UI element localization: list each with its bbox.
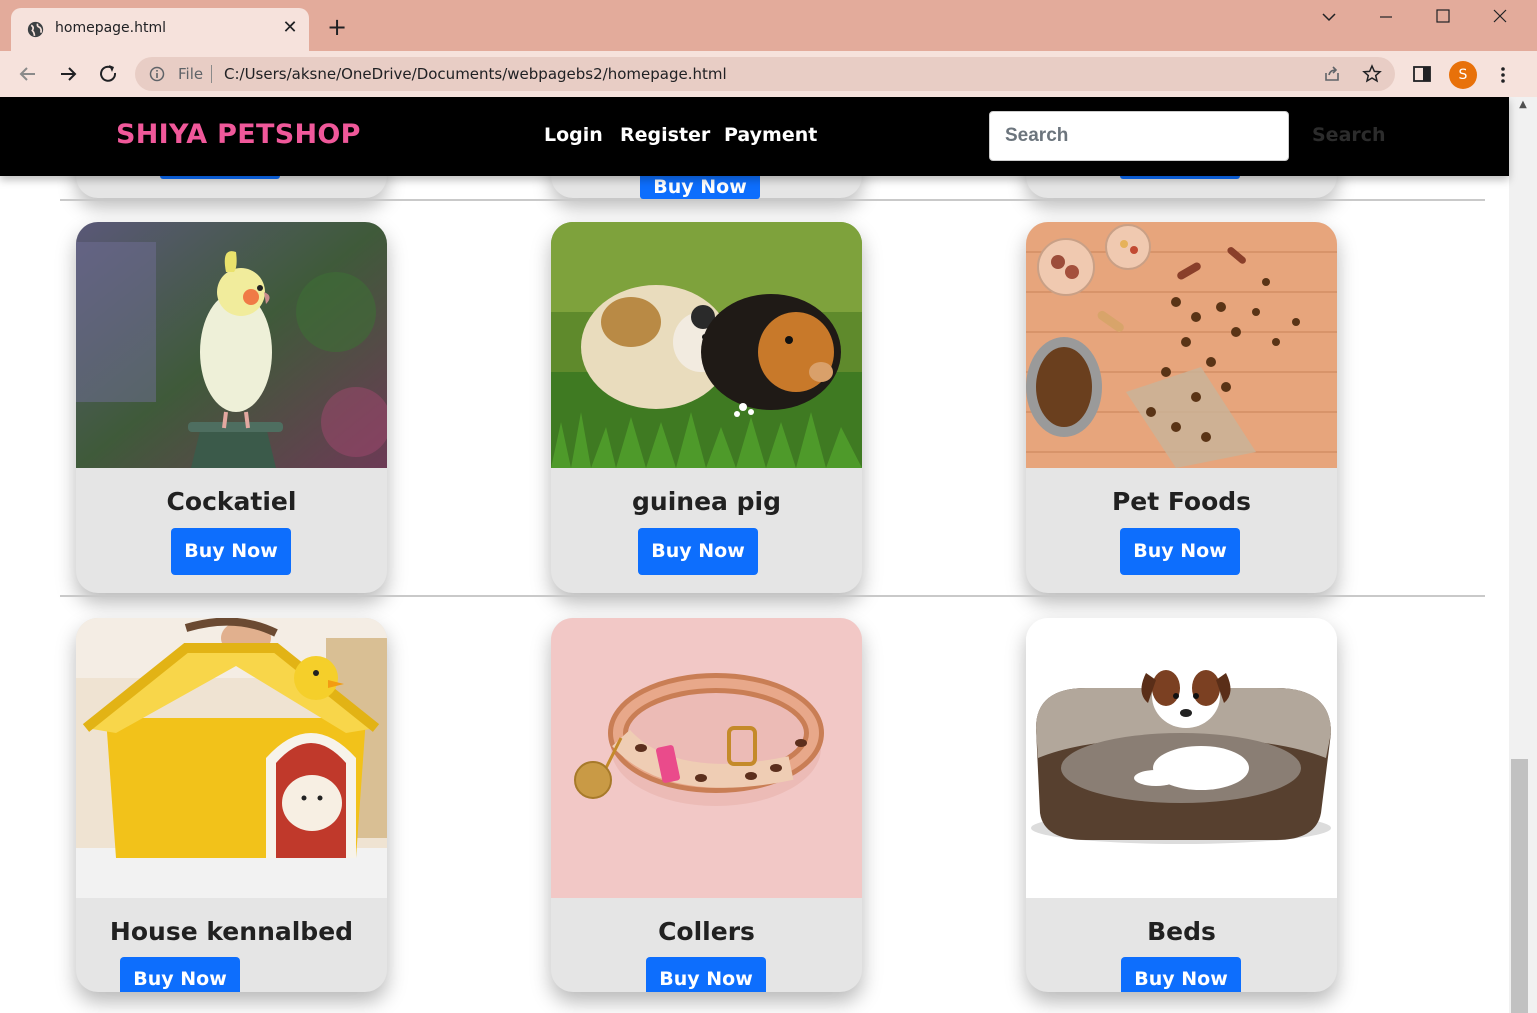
- buy-now-button[interactable]: Buy Now: [1121, 957, 1241, 992]
- tab-title: homepage.html: [55, 20, 166, 36]
- brand-logo[interactable]: SHIYA PETSHOP: [116, 119, 361, 150]
- nav-register-link[interactable]: Register: [620, 124, 710, 146]
- buy-now-button[interactable]: Buy Now: [1120, 528, 1240, 575]
- site-info-icon[interactable]: [149, 66, 165, 82]
- profile-avatar[interactable]: S: [1449, 61, 1477, 89]
- back-arrow-icon[interactable]: [15, 61, 41, 87]
- search-button[interactable]: Search: [1312, 124, 1386, 146]
- product-card-cockatiel: Cockatiel Buy Now: [76, 222, 387, 593]
- cockatiel-photo[interactable]: [76, 222, 387, 468]
- product-title: Pet Foods: [1111, 487, 1252, 516]
- browser-tab[interactable]: homepage.html ✕: [11, 8, 309, 51]
- scroll-up-arrow-icon[interactable]: ▲: [1509, 99, 1537, 113]
- row-divider: [60, 199, 1485, 201]
- reload-icon[interactable]: [95, 61, 121, 87]
- site-navbar: SHIYA PETSHOP Login Register Payment Sea…: [0, 97, 1509, 176]
- product-title: House kennalbed: [109, 917, 354, 946]
- page-viewport: SHIYA PETSHOP Login Register Payment Sea…: [0, 97, 1537, 1013]
- address-separator: [211, 65, 212, 83]
- buy-now-button[interactable]: Buy Now: [638, 528, 758, 575]
- side-panel-icon[interactable]: [1412, 64, 1432, 84]
- buy-now-button[interactable]: Buy Now: [646, 957, 766, 992]
- tab-close-icon[interactable]: ✕: [280, 17, 300, 38]
- new-tab-button[interactable]: +: [325, 15, 349, 39]
- bookmark-star-icon[interactable]: [1362, 64, 1382, 84]
- nav-login-link[interactable]: Login: [544, 124, 603, 146]
- kennel-bed-photo[interactable]: [76, 618, 387, 898]
- tab-search-chevron-icon[interactable]: [1309, 6, 1349, 28]
- guinea-pigs-photo[interactable]: [551, 222, 862, 468]
- search-input[interactable]: [989, 111, 1289, 161]
- share-icon[interactable]: [1322, 64, 1342, 84]
- file-scheme-label: File: [178, 65, 204, 83]
- product-card-house-kennel-bed: House kennalbed Buy Now: [76, 618, 387, 992]
- product-card-collers: Collers Buy Now: [551, 618, 862, 992]
- browser-menu-icon[interactable]: [1493, 64, 1513, 86]
- url-text[interactable]: C:/Users/aksne/OneDrive/Documents/webpag…: [224, 65, 727, 83]
- buy-now-button[interactable]: Buy Now: [171, 528, 291, 575]
- forward-arrow-icon[interactable]: [55, 61, 81, 87]
- product-card-beds: Beds Buy Now: [1026, 618, 1337, 992]
- product-card-pet-foods: Pet Foods Buy Now: [1026, 222, 1337, 593]
- dog-bed-photo[interactable]: [1026, 618, 1337, 898]
- collar-photo[interactable]: [551, 618, 862, 898]
- scrollbar-thumb[interactable]: [1511, 759, 1528, 1013]
- maximize-icon[interactable]: [1423, 6, 1463, 28]
- pet-food-photo[interactable]: [1026, 222, 1337, 468]
- product-title: guinea pig: [632, 487, 781, 516]
- globe-icon: [27, 21, 44, 38]
- product-card-guinea-pig: guinea pig Buy Now: [551, 222, 862, 593]
- close-window-icon[interactable]: [1480, 6, 1520, 28]
- minimize-icon[interactable]: [1366, 6, 1406, 28]
- previous-buy-button[interactable]: Buy Now: [640, 175, 760, 199]
- product-title: Beds: [1147, 917, 1216, 946]
- buy-now-button[interactable]: Buy Now: [120, 957, 240, 992]
- nav-payment-link[interactable]: Payment: [724, 124, 817, 146]
- product-title: Cockatiel: [166, 487, 297, 516]
- browser-title-bar: homepage.html ✕ +: [0, 0, 1537, 51]
- browser-toolbar: File C:/Users/aksne/OneDrive/Documents/w…: [0, 51, 1537, 97]
- row-divider: [60, 595, 1485, 597]
- product-title: Collers: [658, 917, 755, 946]
- address-bar[interactable]: File C:/Users/aksne/OneDrive/Documents/w…: [135, 57, 1395, 91]
